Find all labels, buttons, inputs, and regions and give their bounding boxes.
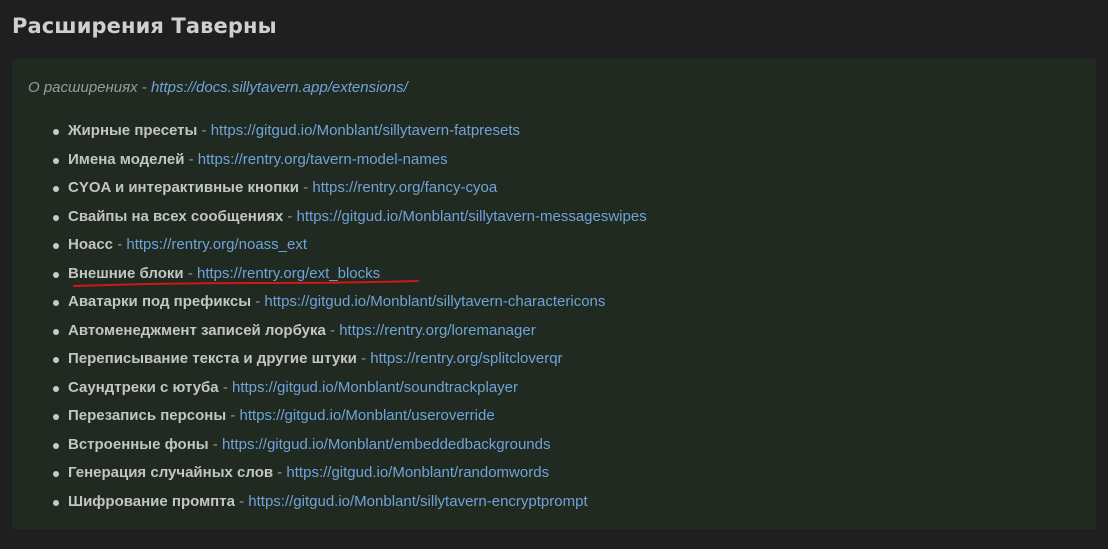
list-item: Жирные пресеты - https://gitgud.io/Monbl… — [52, 117, 647, 146]
list-item: Ноасс - https://rentry.org/noass_ext — [52, 231, 647, 260]
extension-name: Перезапись персоны — [68, 407, 227, 424]
extension-name: Ноасс — [68, 236, 114, 253]
list-item: Шифрование промпта - https://gitgud.io/M… — [52, 488, 647, 517]
separator: - — [283, 207, 297, 225]
extensions-panel: О расширениях - https://docs.sillytavern… — [12, 59, 1096, 529]
extension-link[interactable]: https://rentry.org/loremanager — [339, 322, 535, 339]
bullet-icon — [53, 357, 59, 363]
extension-link[interactable]: https://gitgud.io/Monblant/sillytavern-m… — [297, 208, 647, 225]
extensions-list: Жирные пресеты - https://gitgud.io/Monbl… — [52, 117, 647, 516]
extension-link[interactable]: https://rentry.org/splitcloverqr — [370, 350, 562, 367]
separator: - — [251, 293, 265, 310]
list-item: Имена моделей - https://rentry.org/taver… — [52, 146, 647, 175]
extension-name: Жирные пресеты — [68, 122, 198, 139]
separator: - — [299, 179, 313, 196]
bullet-icon — [53, 414, 59, 420]
extension-name: Саундтреки с ютуба — [68, 378, 219, 396]
bullet-icon — [53, 129, 59, 135]
separator: - — [218, 378, 232, 396]
list-item: Перезапись персоны - https://gitgud.io/M… — [52, 402, 647, 431]
separator: - — [234, 492, 249, 510]
page-title: Расширения Таверны — [12, 14, 277, 38]
separator: - — [208, 435, 222, 453]
underline-stroke — [73, 280, 419, 287]
extension-name: CYOA и интерактивные кнопки — [68, 179, 300, 196]
bullet-icon — [53, 214, 59, 221]
extension-link[interactable]: https://gitgud.io/Monblant/soundtrackpla… — [232, 379, 518, 396]
separator: - — [356, 350, 371, 367]
extension-name: Свайпы на всех сообщениях — [68, 207, 284, 225]
separator: - — [113, 236, 127, 253]
bullet-icon — [53, 499, 59, 506]
list-item: CYOA и интерактивные кнопки - https://re… — [52, 174, 647, 203]
extension-link[interactable]: https://gitgud.io/Monblant/useroverride — [240, 407, 495, 424]
extension-link[interactable]: https://gitgud.io/Monblant/randomwords — [286, 464, 549, 481]
separator: - — [184, 150, 198, 168]
extension-link[interactable]: https://gitgud.io/Monblant/sillytavern-f… — [211, 122, 520, 139]
list-item: Генерация случайных слов - https://gitgu… — [52, 459, 647, 488]
separator: - — [273, 464, 287, 481]
bullet-icon — [53, 243, 59, 249]
list-item: Встроенные фоны - https://gitgud.io/Monb… — [52, 431, 647, 460]
bullet-icon — [53, 385, 59, 392]
extension-link[interactable]: https://rentry.org/tavern-model-names — [198, 151, 448, 168]
bullet-icon — [53, 186, 59, 192]
extension-name: Автоменеджмент записей лорбука — [68, 321, 326, 339]
extension-name: Встроенные фоны — [68, 435, 209, 453]
bullet-icon — [53, 157, 59, 164]
extension-link[interactable]: https://rentry.org/noass_ext — [126, 236, 307, 253]
intro-line: О расширениях - https://docs.sillytavern… — [28, 79, 408, 96]
intro-separator: - — [137, 79, 151, 96]
hand-drawn-underline — [73, 280, 419, 287]
extension-name: Переписывание текста и другие штуки — [68, 350, 357, 367]
bullet-icon — [53, 328, 59, 335]
intro-label: О расширениях — [28, 79, 138, 96]
bullet-icon — [53, 300, 59, 306]
extension-link[interactable]: https://gitgud.io/Monblant/sillytavern-c… — [264, 293, 605, 310]
docs-link[interactable]: https://docs.sillytavern.app/extensions/ — [151, 79, 408, 96]
extension-name: Аватарки под префиксы — [68, 293, 252, 310]
list-item: Саундтреки с ютуба - https://gitgud.io/M… — [52, 374, 647, 403]
extension-name: Имена моделей — [68, 150, 185, 168]
separator: - — [325, 321, 340, 339]
list-item: Переписывание текста и другие штуки - ht… — [52, 345, 647, 374]
separator: - — [226, 407, 240, 424]
list-item: Свайпы на всех сообщениях - https://gitg… — [52, 203, 647, 232]
bullet-icon — [53, 442, 59, 449]
extension-name: Генерация случайных слов — [68, 464, 274, 481]
list-item: Автоменеджмент записей лорбука - https:/… — [52, 317, 647, 346]
extension-link[interactable]: https://gitgud.io/Monblant/embeddedbackg… — [222, 436, 551, 453]
extension-link[interactable]: https://rentry.org/fancy-cyoa — [312, 179, 497, 196]
extension-link[interactable]: https://gitgud.io/Monblant/sillytavern-e… — [248, 493, 587, 510]
list-item: Аватарки под префиксы - https://gitgud.i… — [52, 288, 647, 317]
separator: - — [197, 122, 211, 139]
bullet-icon — [53, 271, 59, 278]
bullet-icon — [53, 471, 59, 477]
extension-name: Шифрование промпта — [68, 492, 235, 510]
